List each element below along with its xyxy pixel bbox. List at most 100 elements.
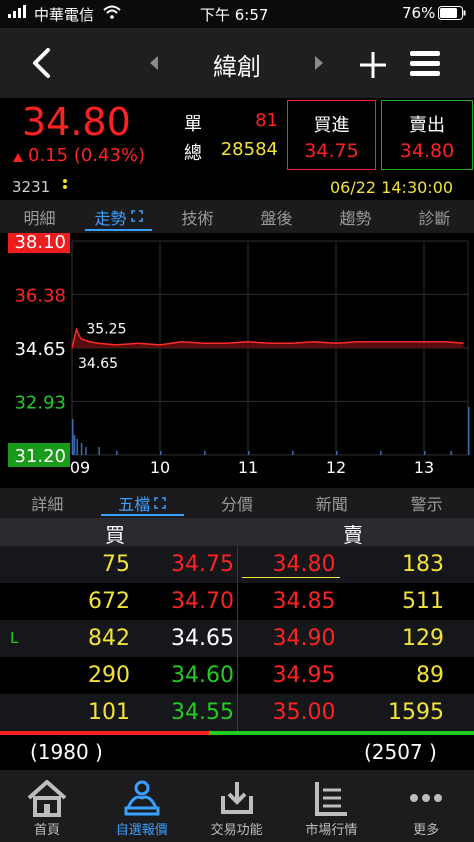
top-tab-bar: 明細 走勢 技術 盤後 趨勢 診斷 [0, 200, 474, 233]
more-dots-vertical-icon[interactable] [62, 178, 68, 194]
top-tab-label: 明細 [23, 208, 56, 228]
volume-bar [204, 451, 206, 455]
price-area [72, 329, 464, 348]
ask-volume: 1595 [388, 700, 444, 725]
total-volume-value: 28584 [220, 139, 278, 160]
bid-price[interactable]: 34.55 [150, 694, 234, 731]
sell-header: 賣 [343, 523, 363, 547]
bid-volume: 672 [88, 589, 130, 614]
top-tab[interactable]: 趨勢 [316, 200, 395, 233]
expand-icon [154, 494, 166, 513]
sub-tab[interactable]: 警示 [379, 488, 474, 518]
x-tick-label: 12 [326, 458, 346, 477]
ask-volume: 129 [402, 626, 444, 651]
last-price: 34.80 [22, 100, 131, 144]
active-tab-underline [85, 229, 152, 231]
top-tab[interactable]: 診斷 [395, 200, 474, 233]
plus-icon[interactable] [358, 50, 388, 84]
ask-price[interactable]: 34.85 [262, 583, 346, 620]
volume-bar [424, 451, 426, 455]
sub-tab-label: 詳細 [31, 495, 64, 514]
y-tick-label: 32.93 [14, 392, 66, 413]
top-tab-label: 走勢 [94, 208, 127, 228]
market-list-icon [309, 778, 353, 822]
bid-volume: 75 [102, 552, 130, 577]
low-annotation: 34.65 [78, 356, 118, 372]
x-tick-label: 10 [150, 458, 170, 477]
intraday-chart: 38.10 36.38 34.65 32.93 31.20 09 10 11 12 13 35.25… [0, 229, 474, 488]
row-marker: L [10, 629, 19, 647]
sub-tab-label: 新聞 [315, 495, 348, 514]
y-tick-label: 31.20 [14, 446, 66, 467]
bottom-tab-label: 首頁 [33, 823, 60, 838]
bottom-tab-label: 市場行情 [305, 823, 358, 838]
hamburger-icon[interactable] [409, 49, 441, 83]
sub-tab[interactable]: 分價 [190, 488, 285, 518]
sub-tab-label: 分價 [220, 495, 253, 514]
carrier-name: 中華電信 [34, 6, 95, 24]
ask-price[interactable]: 34.95 [262, 657, 346, 694]
bid-price[interactable]: 34.60 [150, 657, 234, 694]
bid-price[interactable]: 34.70 [150, 583, 234, 620]
bottom-tab[interactable]: 交易功能 [190, 770, 284, 842]
status-bar: 中華電信 下午 6:57 76% [0, 0, 474, 28]
sub-tab[interactable]: 新聞 [284, 488, 379, 518]
top-tab-label: 趨勢 [339, 208, 372, 228]
sell-total: (2507 ) [364, 740, 437, 764]
bottom-tab[interactable]: 首頁 [0, 770, 94, 842]
volume-bar [73, 435, 76, 455]
top-tab[interactable]: 走勢 [79, 200, 158, 233]
top-tab[interactable]: 技術 [158, 200, 237, 233]
sell-label: 賣出 [409, 115, 445, 136]
bid-volume: 101 [88, 700, 130, 725]
stock-code: 3231 [12, 178, 51, 196]
y-tick-label: 36.38 [14, 285, 66, 306]
top-tab-label: 技術 [181, 208, 214, 228]
sell-button[interactable]: 賣出 34.80 [381, 100, 473, 170]
bid-volume: 290 [88, 663, 130, 688]
sub-tab[interactable]: 詳細 [0, 488, 95, 518]
ask-price[interactable]: 35.00 [262, 694, 346, 731]
more-dots-icon [404, 778, 448, 822]
sub-tab-label: 警示 [410, 495, 443, 514]
volume-bar [116, 451, 118, 455]
y-tick-label: 34.65 [14, 339, 66, 360]
single-volume-value: 81 [255, 110, 278, 131]
caret-right-icon[interactable] [313, 55, 325, 75]
quote-datetime: 06/22 14:30:00 [330, 178, 454, 197]
volume-bar [336, 451, 338, 455]
volume-bar [76, 439, 78, 455]
expand-icon [130, 207, 143, 226]
high-annotation: 35.25 [86, 321, 126, 337]
price-change: 0.15 (0.43%) [28, 145, 146, 166]
volume-bar [98, 447, 100, 455]
volume-bar [80, 443, 83, 455]
buy-button[interactable]: 買進 34.75 [287, 100, 376, 170]
clock: 下午 6:57 [200, 6, 269, 24]
up-arrow-icon [12, 149, 24, 168]
ask-price[interactable]: 34.90 [262, 620, 346, 657]
volume-bar [160, 451, 162, 455]
bottom-tab[interactable]: 更多 [379, 770, 473, 842]
x-tick-label: 11 [238, 458, 258, 477]
x-tick-label: 13 [414, 458, 434, 477]
bid-price[interactable]: 34.75 [150, 546, 234, 583]
bid-price[interactable]: 34.65 [150, 620, 234, 657]
top-tab[interactable]: 盤後 [237, 200, 316, 233]
sell-ratio-bar [209, 731, 474, 735]
total-volume-label: 總 [184, 143, 202, 164]
volume-bar [248, 451, 250, 455]
volume-bar [85, 447, 87, 455]
bottom-tab-label: 自選報價 [115, 823, 168, 838]
bottom-tab[interactable]: 自選報價 [95, 770, 189, 842]
bottom-tab[interactable]: 市場行情 [284, 770, 378, 842]
single-volume-label: 單 [184, 114, 202, 135]
sub-tab[interactable]: 五檔 [95, 488, 190, 518]
chart-canvas: 38.10 36.38 34.65 32.93 31.2009 10 11 12 13 35.25… [8, 229, 470, 477]
active-tab-underline [100, 514, 184, 516]
current-price-underline [242, 577, 340, 578]
order-book: 買 賣 75 34.75 34.80 183 672 34.70 34.85 511 L 842 3… [0, 518, 474, 770]
top-tab[interactable]: 明細 [0, 200, 79, 233]
volume-bar [380, 451, 382, 455]
bottom-tab-label: 更多 [413, 823, 440, 838]
